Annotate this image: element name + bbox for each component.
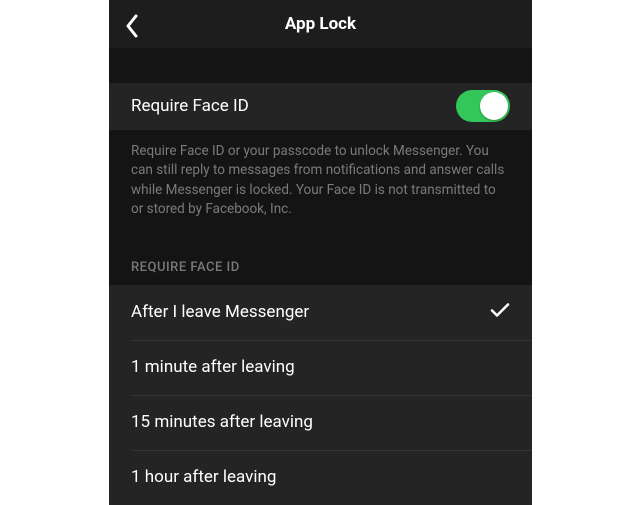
require-faceid-row: Require Face ID [109, 83, 532, 130]
option-1-minute[interactable]: 1 minute after leaving [109, 340, 532, 395]
require-faceid-toggle[interactable] [456, 90, 510, 122]
option-1-hour[interactable]: 1 hour after leaving [109, 450, 532, 505]
toggle-knob [480, 92, 508, 120]
require-faceid-label: Require Face ID [131, 96, 249, 116]
description-block: Require Face ID or your passcode to unlo… [109, 130, 532, 220]
app-lock-screen: App Lock Require Face ID Require Face ID… [109, 0, 532, 505]
option-after-leave[interactable]: After I leave Messenger [109, 285, 532, 340]
option-label: 1 minute after leaving [131, 357, 295, 377]
option-label: 15 minutes after leaving [131, 412, 313, 432]
nav-bar: App Lock [109, 0, 532, 48]
section-header: REQUIRE FACE ID [109, 220, 532, 285]
lock-delay-options: After I leave Messenger 1 minute after l… [109, 285, 532, 505]
chevron-left-icon [125, 14, 139, 42]
section-header-text: REQUIRE FACE ID [131, 260, 510, 275]
back-button[interactable] [125, 0, 139, 56]
option-label: 1 hour after leaving [131, 467, 276, 487]
page-title: App Lock [285, 14, 356, 34]
spacer [109, 48, 532, 83]
checkmark-icon [490, 302, 510, 322]
option-label: After I leave Messenger [131, 302, 309, 322]
description-text: Require Face ID or your passcode to unlo… [131, 142, 510, 220]
option-15-minutes[interactable]: 15 minutes after leaving [109, 395, 532, 450]
